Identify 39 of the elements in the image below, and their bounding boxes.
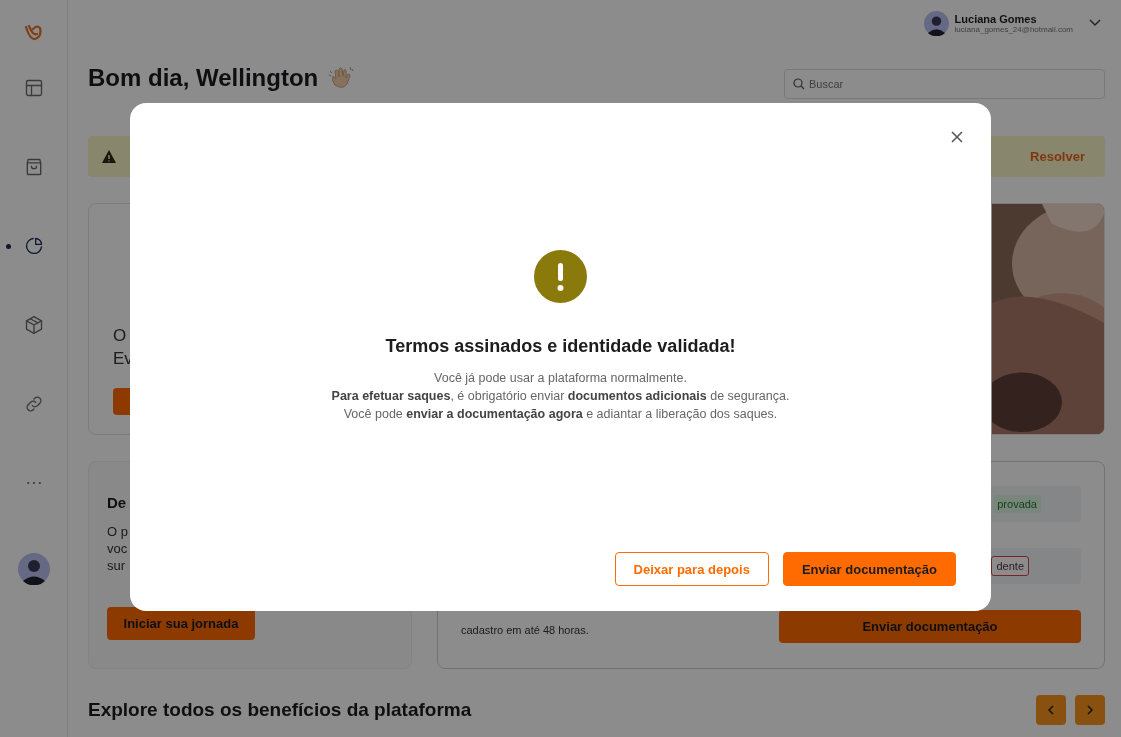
modal-text: Você já pode usar a plataforma normalmente.	[434, 370, 687, 387]
chevron-down-icon[interactable]	[1089, 19, 1101, 27]
chevron-left-icon	[1047, 705, 1055, 715]
warning-icon	[102, 150, 116, 163]
later-button[interactable]: Deixar para depois	[614, 552, 769, 586]
send-documents-button[interactable]: Enviar documentação	[779, 610, 1081, 643]
resolve-link[interactable]: Resolver	[1030, 149, 1085, 164]
layout-icon[interactable]	[23, 78, 44, 98]
next-button[interactable]	[1075, 695, 1105, 725]
package-icon[interactable]	[23, 315, 44, 335]
close-icon[interactable]	[951, 131, 963, 143]
modal-title: Termos assinados e identidade validada!	[385, 336, 736, 357]
status-badge: dente	[991, 556, 1029, 576]
status-badge: provada	[993, 495, 1041, 513]
exclamation-icon	[534, 250, 587, 303]
pie-chart-icon[interactable]	[23, 236, 44, 256]
search-icon	[793, 78, 805, 90]
user-email: luciana_gomes_24@hotmail.com	[954, 24, 1073, 34]
previous-button[interactable]	[1036, 695, 1066, 725]
modal-text: Para efetuar saques, é obrigatório enviar documentos adicionais de segurança.	[331, 388, 790, 405]
card-text: sur	[107, 557, 127, 574]
card-text: cadastro em até 48 horas.	[461, 623, 590, 638]
chevron-right-icon	[1086, 705, 1094, 715]
card-text: O p	[107, 523, 129, 540]
avatar[interactable]	[923, 10, 949, 36]
hero-text: O	[113, 325, 128, 347]
avatar[interactable]	[17, 553, 50, 585]
modal-text: Você pode enviar a documentação agora e adiantar a liberação dos saques.	[343, 406, 778, 423]
search-field[interactable]: Buscar	[784, 69, 1105, 99]
waving-hand-icon	[328, 65, 355, 91]
user-name: Luciana Gomes	[954, 12, 1038, 25]
greeting-title: Bom dia, Wellington	[88, 63, 319, 93]
card-title: De	[107, 494, 128, 511]
send-documents-button[interactable]: Enviar documentação	[782, 552, 956, 586]
logo-icon	[23, 24, 44, 42]
card-text: voc	[107, 540, 129, 557]
link-icon[interactable]	[23, 394, 44, 414]
section-title: Explore todos os benefícios da plataforma	[88, 699, 472, 721]
start-journey-button[interactable]: Iniciar sua jornada	[107, 607, 255, 640]
